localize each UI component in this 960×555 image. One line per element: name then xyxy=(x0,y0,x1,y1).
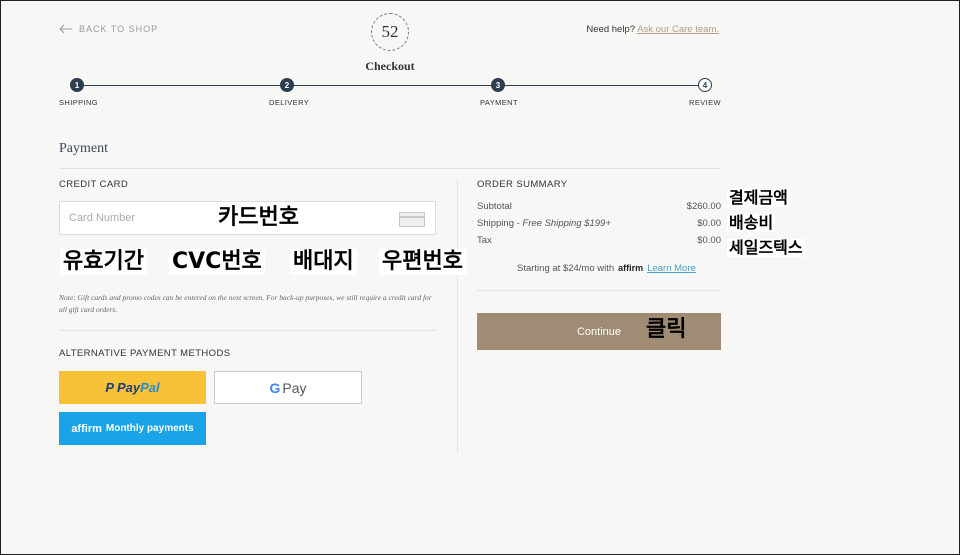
credit-card-heading: CREDIT CARD xyxy=(59,179,129,190)
order-summary-heading: ORDER SUMMARY xyxy=(477,179,568,190)
credit-card-icon xyxy=(399,212,425,227)
paypal-pay-text: Pay xyxy=(117,380,141,395)
step-number: 1 xyxy=(70,78,84,92)
paypal-pal-text: Pal xyxy=(140,380,160,395)
annotation-shipping-fee: 배송비 xyxy=(727,213,776,232)
shipping-note: Free Shipping $199+ xyxy=(522,218,611,229)
learn-more-link[interactable]: Learn More xyxy=(647,263,696,274)
divider xyxy=(477,290,721,291)
annotation-total: 결제금액 xyxy=(727,188,790,207)
care-team-link[interactable]: Ask our Care team. xyxy=(637,24,719,35)
tax-value: $0.00 xyxy=(697,235,721,246)
subtotal-label: Subtotal xyxy=(477,201,512,212)
shipping-value: $0.00 xyxy=(697,218,721,229)
food52-logo[interactable]: 52 xyxy=(371,13,409,51)
column-divider xyxy=(457,179,458,454)
annotation-expiry: 유효기간 xyxy=(60,249,147,275)
affirm-logo: affirm xyxy=(618,263,644,273)
help-text: Need help? Ask our Care team. xyxy=(586,24,719,35)
annotation-cvc: CVC번호 xyxy=(169,249,265,275)
payment-section-title: Payment xyxy=(59,141,108,156)
affirm-financing-line: Starting at $24/mo with affirm Learn Mor… xyxy=(517,263,696,274)
step-payment[interactable]: 3 PAYMENT xyxy=(480,78,518,107)
logo-text: 52 xyxy=(381,22,399,41)
step-label: SHIPPING xyxy=(59,98,99,107)
step-number: 2 xyxy=(280,78,294,92)
card-number-input[interactable] xyxy=(60,202,360,234)
affirm-label: Monthly payments xyxy=(105,423,194,434)
step-shipping[interactable]: 1 SHIPPING xyxy=(59,78,98,107)
step-delivery[interactable]: 2 DELIVERY xyxy=(269,78,309,107)
annotation-sales-tax: 세일즈텍스 xyxy=(727,238,805,257)
annotation-billing-address: 배대지 xyxy=(290,249,357,275)
tax-label: Tax xyxy=(477,235,492,246)
checkout-page: BACK TO SHOP 52 Checkout Need help? Ask … xyxy=(0,0,960,555)
step-number: 4 xyxy=(698,78,712,92)
progress-line xyxy=(77,85,703,86)
step-label: REVIEW xyxy=(689,98,721,107)
arrow-left-icon xyxy=(59,24,72,34)
affirm-monthly-button[interactable]: affirm Monthly payments xyxy=(59,412,206,445)
step-number: 3 xyxy=(491,78,505,92)
step-review: 4 REVIEW xyxy=(689,78,721,107)
gpay-label: Pay xyxy=(282,379,307,396)
page-title: Checkout xyxy=(365,59,415,73)
help-prefix: Need help? xyxy=(586,24,636,35)
annotation-zip-code: 우편번호 xyxy=(379,249,466,275)
subtotal-value: $260.00 xyxy=(686,201,721,212)
step-label: DELIVERY xyxy=(269,98,310,107)
affirm-logo: affirm xyxy=(71,422,102,435)
tax-row: Tax $0.00 xyxy=(477,235,721,246)
annotation-card-number: 카드번호 xyxy=(215,205,302,231)
affirm-prefix: Starting at $24/mo with xyxy=(517,263,615,274)
shipping-row: Shipping - Free Shipping $199+ $0.00 xyxy=(477,218,721,229)
shipping-label: Shipping - xyxy=(477,218,523,229)
annotation-click: 클릭 xyxy=(643,317,690,343)
back-to-shop-link[interactable]: BACK TO SHOP xyxy=(59,24,158,34)
google-g-icon: G xyxy=(269,379,281,396)
divider xyxy=(59,330,436,331)
paypal-icon: P xyxy=(105,380,114,395)
gift-card-note: Note: Gift cards and promo codes can be … xyxy=(59,293,432,314)
back-to-shop-label: BACK TO SHOP xyxy=(79,24,159,34)
step-label: PAYMENT xyxy=(480,98,518,107)
divider xyxy=(59,168,721,169)
alt-payment-heading: ALTERNATIVE PAYMENT METHODS xyxy=(59,348,231,359)
subtotal-row: Subtotal $260.00 xyxy=(477,201,721,212)
paypal-button[interactable]: P Pay Pal xyxy=(59,371,206,404)
google-pay-button[interactable]: G Pay xyxy=(214,371,362,404)
